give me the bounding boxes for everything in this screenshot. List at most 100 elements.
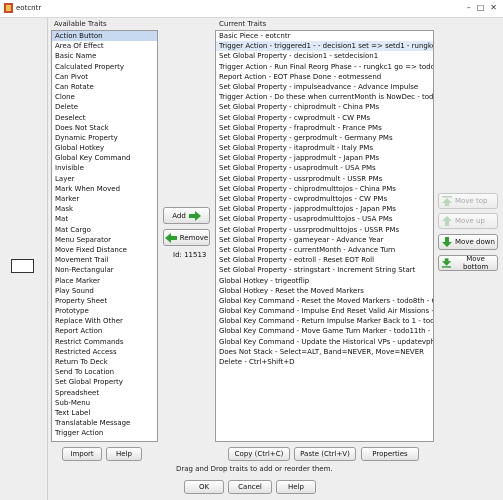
list-item[interactable]: Set Global Property - japprodmulttojos -… [216, 204, 433, 214]
list-item[interactable]: Dynamic Property [52, 133, 157, 143]
list-item[interactable]: Text Label [52, 408, 157, 418]
available-traits-label: Available Traits [52, 20, 109, 28]
add-button[interactable]: Add [163, 207, 210, 224]
close-icon[interactable]: ✕ [490, 3, 497, 12]
list-item[interactable]: Global Key Command [52, 153, 157, 163]
list-item[interactable]: Action Button [52, 31, 157, 42]
list-item[interactable]: Set Global Property - cwprodmulttojos - … [216, 194, 433, 204]
add-button-label: Add [172, 211, 186, 220]
list-item[interactable]: Set Global Property - usaprodmult - USA … [216, 163, 433, 173]
list-item[interactable]: Set Global Property - eotroll - Reset EO… [216, 255, 433, 265]
list-item[interactable]: Global Hotkey - trigeotflip [216, 276, 433, 286]
list-item[interactable]: Set Global Property - gameyear - Advance… [216, 235, 433, 245]
list-item[interactable]: Play Sound [52, 286, 157, 296]
list-item[interactable]: Mark When Moved [52, 184, 157, 194]
list-item[interactable]: Place Marker [52, 276, 157, 286]
list-item[interactable]: Return To Deck [52, 357, 157, 367]
move-bottom-button[interactable]: Move bottom [438, 255, 498, 271]
list-item[interactable]: Menu Separator [52, 235, 157, 245]
list-item[interactable]: Trigger Action [52, 428, 157, 438]
move-up-button[interactable]: Move up [438, 213, 498, 229]
list-item[interactable]: Set Global Property [52, 377, 157, 387]
list-item[interactable]: Basic Name [52, 51, 157, 61]
list-item[interactable]: Delete - Ctrl+Shift+D [216, 357, 433, 367]
list-item[interactable]: Move Fixed Distance [52, 245, 157, 255]
list-item[interactable]: Global Hotkey - Reset the Moved Markers [216, 286, 433, 296]
paste-button[interactable]: Paste (Ctrl+V) [294, 447, 356, 461]
list-item[interactable]: Set Global Property - chiprodmult - Chin… [216, 102, 433, 112]
move-down-button[interactable]: Move down [438, 234, 498, 250]
list-item[interactable]: Spreadsheet [52, 388, 157, 398]
list-item[interactable]: Set Global Property - ussrprodmult - USS… [216, 174, 433, 184]
minimize-icon[interactable]: – [467, 3, 471, 12]
list-item[interactable]: Global Key Command - Return Impulse Mark… [216, 316, 433, 326]
import-button[interactable]: Import [62, 447, 102, 461]
list-item[interactable]: Global Key Command - Move Game Turn Mark… [216, 326, 433, 336]
current-traits-list[interactable]: Basic Piece - eotcntr Trigger Action - tr… [215, 30, 434, 442]
dialog-help-button[interactable]: Help [276, 480, 316, 494]
arrow-top-icon [442, 196, 452, 206]
list-item[interactable]: Set Global Property - chiprodmulttojos -… [216, 184, 433, 194]
list-item[interactable]: Global Key Command - Reset the Moved Mar… [216, 296, 433, 306]
list-item[interactable]: Set Global Property - cwprodmult - CW PM… [216, 113, 433, 123]
list-item[interactable]: Trigger Action - Do these when currentMo… [216, 92, 433, 102]
list-item[interactable]: Restricted Access [52, 347, 157, 357]
list-item[interactable]: Set Global Property - ussrprodmulttojos … [216, 225, 433, 235]
list-item[interactable]: Invisible [52, 163, 157, 173]
title-bar: eotcntr – □ ✕ [0, 0, 503, 18]
list-item[interactable]: Mat [52, 214, 157, 224]
list-item[interactable]: Mask [52, 204, 157, 214]
list-item[interactable]: Set Global Property - usaprodmulttojos -… [216, 214, 433, 224]
list-item[interactable]: Movement Trail [52, 255, 157, 265]
move-top-button[interactable]: Move top [438, 193, 498, 209]
drag-drop-hint: Drag and Drop traits to add or reorder t… [176, 465, 333, 473]
list-item[interactable]: Set Global Property - fraprodmult - Fran… [216, 123, 433, 133]
left-help-button[interactable]: Help [106, 447, 142, 461]
remove-button[interactable]: Remove [163, 229, 210, 246]
copy-button[interactable]: Copy (Ctrl+C) [228, 447, 290, 461]
list-item[interactable]: Can Pivot [52, 72, 157, 82]
list-item[interactable]: Trigger Action - triggered1 - - decision… [216, 41, 433, 52]
list-item[interactable]: Trigger Action - Run Final Reorg Phase -… [216, 62, 433, 72]
list-item[interactable]: Global Key Command - Impulse End Reset V… [216, 306, 433, 316]
list-item[interactable]: Area Of Effect [52, 41, 157, 51]
list-item[interactable]: Set Global Property - itaprodmult - Ital… [216, 143, 433, 153]
list-item[interactable]: Deselect [52, 113, 157, 123]
maximize-icon[interactable]: □ [477, 3, 485, 12]
list-item[interactable]: Does Not Stack - Select=ALT, Band=NEVER,… [216, 347, 433, 357]
list-item[interactable]: Report Action [52, 326, 157, 336]
list-item[interactable]: Mat Cargo [52, 225, 157, 235]
list-item[interactable]: Restrict Commands [52, 337, 157, 347]
list-item[interactable]: Delete [52, 102, 157, 112]
list-item[interactable]: Global Key Command - Update the Historic… [216, 337, 433, 347]
list-item[interactable]: Sub-Menu [52, 398, 157, 408]
ok-button[interactable]: OK [184, 480, 224, 494]
list-item[interactable]: Calculated Property [52, 62, 157, 72]
list-item[interactable]: Property Sheet [52, 296, 157, 306]
list-item[interactable]: Set Global Property - stringstart - Incr… [216, 265, 433, 275]
available-traits-list[interactable]: Action Button Area Of Effect Basic Name Cal… [51, 30, 158, 442]
piece-preview [11, 259, 34, 273]
list-item[interactable]: Set Global Property - japprodmult - Japa… [216, 153, 433, 163]
list-item[interactable]: Basic Piece - eotcntr [216, 31, 433, 41]
list-item[interactable]: Replace With Other [52, 316, 157, 326]
list-item[interactable]: Clone [52, 92, 157, 102]
list-item[interactable]: Set Global Property - impulseadvance - A… [216, 82, 433, 92]
list-item[interactable]: Does Not Stack [52, 123, 157, 133]
current-traits-label: Current Traits [217, 20, 269, 28]
list-item[interactable]: Set Global Property - decision1 - setdec… [216, 51, 433, 61]
list-item[interactable]: Global Hotkey [52, 143, 157, 153]
list-item[interactable]: Prototype [52, 306, 157, 316]
list-item[interactable]: Send To Location [52, 367, 157, 377]
list-item[interactable]: Translatable Message [52, 418, 157, 428]
list-item[interactable]: Marker [52, 194, 157, 204]
list-item[interactable]: Layer [52, 174, 157, 184]
cancel-button[interactable]: Cancel [228, 480, 272, 494]
list-item[interactable]: Can Rotate [52, 82, 157, 92]
list-item[interactable]: Non-Rectangular [52, 265, 157, 275]
properties-button[interactable]: Properties [361, 447, 419, 461]
window-title: eotcntr [16, 4, 42, 12]
list-item[interactable]: Set Global Property - currentMonth - Adv… [216, 245, 433, 255]
list-item[interactable]: Report Action - EOT Phase Done - eotmess… [216, 72, 433, 82]
list-item[interactable]: Set Global Property - gerprodmult - Germ… [216, 133, 433, 143]
